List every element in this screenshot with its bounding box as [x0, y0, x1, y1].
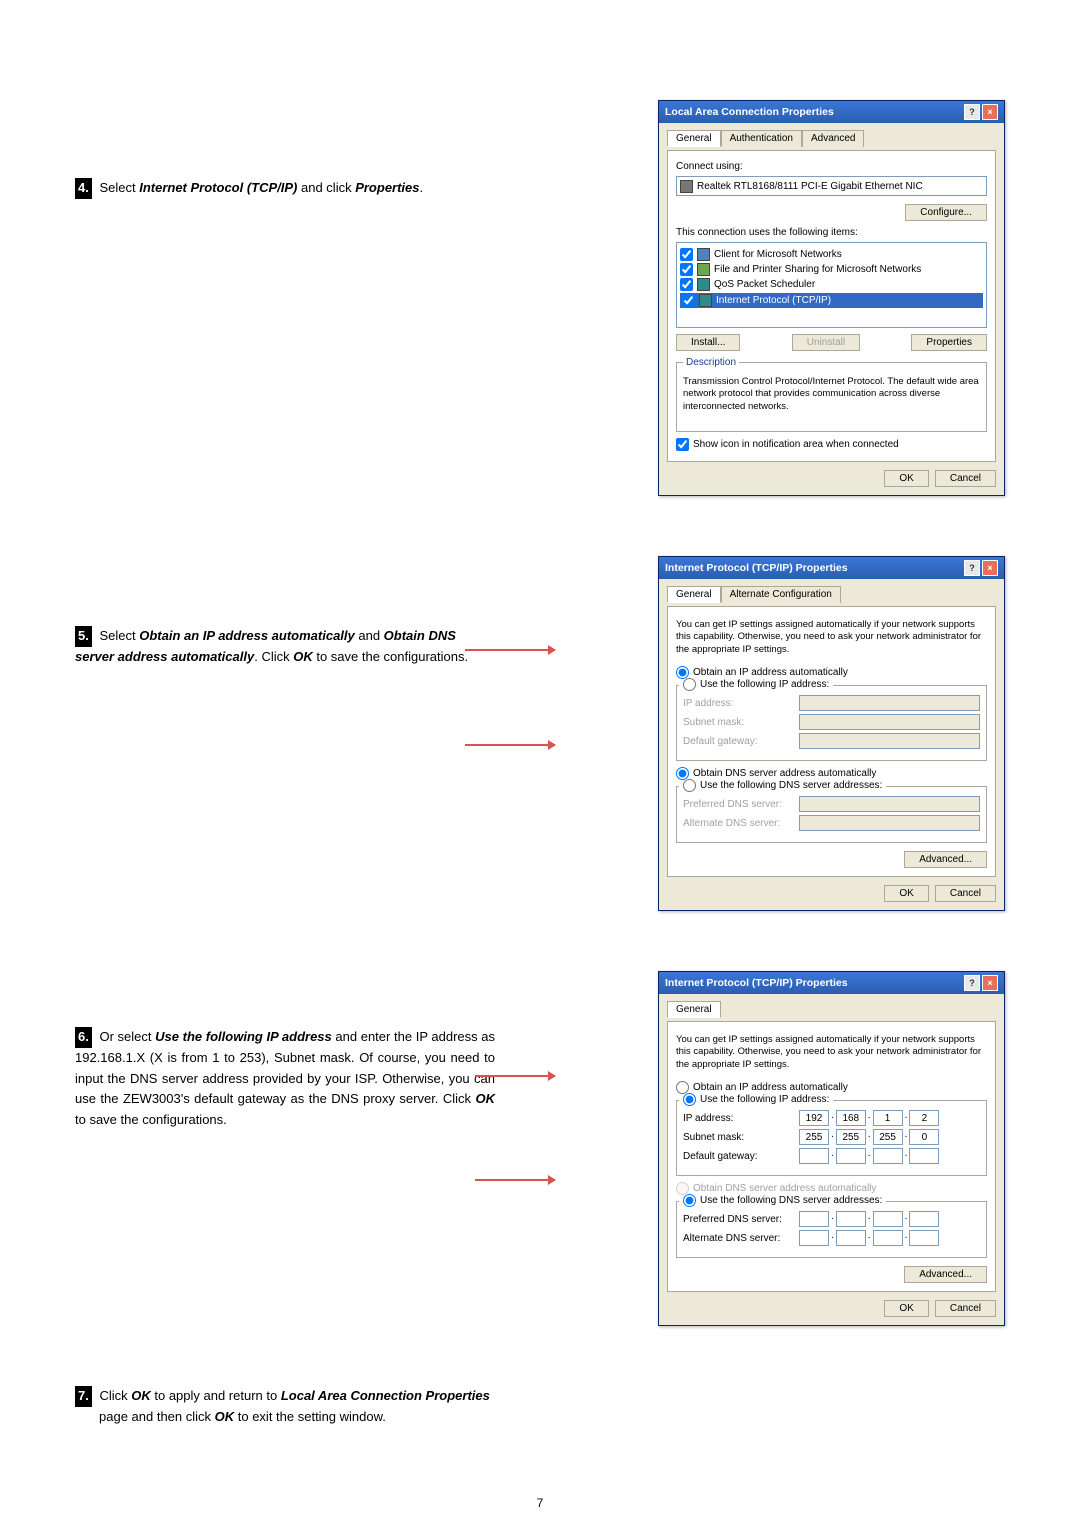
pref-dns-octet[interactable]: [799, 1211, 829, 1227]
help-icon[interactable]: ?: [964, 560, 980, 576]
tcpip-properties-dialog-manual: Internet Protocol (TCP/IP) Properties ? …: [658, 971, 1005, 1326]
item-tcpip-checkbox[interactable]: [682, 294, 695, 307]
item-qos-checkbox[interactable]: [680, 278, 693, 291]
description-text: Transmission Control Protocol/Internet P…: [683, 376, 980, 413]
gateway-octet[interactable]: [799, 1148, 829, 1164]
ok-button[interactable]: OK: [884, 1300, 928, 1317]
step6-number: 6.: [75, 1027, 92, 1048]
use-following-dns-radio[interactable]: [683, 779, 696, 792]
alt-dns-octet[interactable]: [799, 1230, 829, 1246]
ok-button[interactable]: OK: [884, 470, 928, 487]
step6-text: 6. Or select Use the following IP addres…: [75, 1027, 495, 1131]
dialog-titlebar: Local Area Connection Properties ? ×: [659, 101, 1004, 123]
pref-dns-octet[interactable]: [836, 1211, 866, 1227]
adapter-field: Realtek RTL8168/8111 PCI-E Gigabit Ether…: [676, 176, 987, 196]
connect-using-label: Connect using:: [676, 161, 987, 172]
install-button[interactable]: Install...: [676, 334, 740, 351]
advanced-button[interactable]: Advanced...: [904, 851, 987, 868]
pref-dns-octet[interactable]: [873, 1211, 903, 1227]
close-icon[interactable]: ×: [982, 560, 998, 576]
dialog-title: Internet Protocol (TCP/IP) Properties: [665, 977, 848, 989]
tcpip-properties-dialog-auto: Internet Protocol (TCP/IP) Properties ? …: [658, 556, 1005, 911]
subnet-mask-field: [799, 714, 980, 730]
ip-octet[interactable]: [909, 1110, 939, 1126]
cancel-button[interactable]: Cancel: [935, 470, 996, 487]
gateway-octet[interactable]: [873, 1148, 903, 1164]
fileprint-icon: [697, 263, 710, 276]
subnet-octet[interactable]: [836, 1129, 866, 1145]
tab-advanced[interactable]: Advanced: [802, 130, 864, 147]
cancel-button[interactable]: Cancel: [935, 1300, 996, 1317]
step5-text: 5. Select Obtain an IP address automatic…: [75, 626, 495, 668]
subnet-octet[interactable]: [909, 1129, 939, 1145]
use-following-ip-radio[interactable]: [683, 1093, 696, 1106]
dialog-titlebar: Internet Protocol (TCP/IP) Properties ? …: [659, 557, 1004, 579]
pointer-arrow: [465, 649, 555, 651]
intro-text: You can get IP settings assigned automat…: [676, 619, 987, 656]
show-icon-label: Show icon in notification area when conn…: [693, 439, 899, 450]
pointer-arrow: [465, 744, 555, 746]
default-gateway-field: [799, 733, 980, 749]
advanced-button[interactable]: Advanced...: [904, 1266, 987, 1283]
description-legend: Description: [683, 357, 739, 368]
step5-number: 5.: [75, 626, 92, 647]
step4-text: 4. Select Internet Protocol (TCP/IP) and…: [75, 178, 495, 199]
preferred-dns-field: [799, 796, 980, 812]
alternate-dns-field: [799, 815, 980, 831]
tab-alternate-config[interactable]: Alternate Configuration: [721, 586, 841, 603]
qos-icon: [697, 278, 710, 291]
local-area-connection-properties-dialog: Local Area Connection Properties ? × Gen…: [658, 100, 1005, 496]
properties-button[interactable]: Properties: [911, 334, 987, 351]
step7-text: 7. Click OK to apply and return to Local…: [75, 1386, 1005, 1428]
step7-number: 7.: [75, 1386, 92, 1407]
tab-general[interactable]: General: [667, 586, 721, 603]
ip-octet[interactable]: [873, 1110, 903, 1126]
alt-dns-octet[interactable]: [873, 1230, 903, 1246]
pointer-arrow: [475, 1179, 555, 1181]
subnet-octet[interactable]: [873, 1129, 903, 1145]
cancel-button[interactable]: Cancel: [935, 885, 996, 902]
tab-general[interactable]: General: [667, 1001, 721, 1018]
ok-button[interactable]: OK: [884, 885, 928, 902]
ip-octet[interactable]: [836, 1110, 866, 1126]
step4-number: 4.: [75, 178, 92, 199]
dialog-titlebar: Internet Protocol (TCP/IP) Properties ? …: [659, 972, 1004, 994]
intro-text: You can get IP settings assigned automat…: [676, 1034, 987, 1071]
uses-items-label: This connection uses the following items…: [676, 227, 987, 238]
show-icon-checkbox[interactable]: [676, 438, 689, 451]
pointer-arrow: [475, 1075, 555, 1077]
connection-items-listbox[interactable]: Client for Microsoft Networks File and P…: [676, 242, 987, 328]
ip-address-field: [799, 695, 980, 711]
close-icon[interactable]: ×: [982, 975, 998, 991]
pref-dns-octet[interactable]: [909, 1211, 939, 1227]
subnet-octet[interactable]: [799, 1129, 829, 1145]
tab-general[interactable]: General: [667, 130, 721, 147]
help-icon[interactable]: ?: [964, 104, 980, 120]
use-following-dns-radio[interactable]: [683, 1194, 696, 1207]
item-tcpip-label: Internet Protocol (TCP/IP): [716, 295, 831, 306]
client-icon: [697, 248, 710, 261]
alt-dns-octet[interactable]: [836, 1230, 866, 1246]
close-icon[interactable]: ×: [982, 104, 998, 120]
tab-authentication[interactable]: Authentication: [721, 130, 802, 147]
help-icon[interactable]: ?: [964, 975, 980, 991]
gateway-octet[interactable]: [909, 1148, 939, 1164]
use-following-ip-radio[interactable]: [683, 678, 696, 691]
alt-dns-octet[interactable]: [909, 1230, 939, 1246]
dialog-title: Internet Protocol (TCP/IP) Properties: [665, 562, 848, 574]
tcpip-icon: [699, 294, 712, 307]
page-number: 7: [0, 1496, 1080, 1510]
ip-octet[interactable]: [799, 1110, 829, 1126]
gateway-octet[interactable]: [836, 1148, 866, 1164]
item-client-checkbox[interactable]: [680, 248, 693, 261]
uninstall-button: Uninstall: [792, 334, 860, 351]
configure-button[interactable]: Configure...: [905, 204, 987, 221]
nic-icon: [680, 180, 693, 193]
item-fileprint-checkbox[interactable]: [680, 263, 693, 276]
dialog-title: Local Area Connection Properties: [665, 106, 834, 118]
